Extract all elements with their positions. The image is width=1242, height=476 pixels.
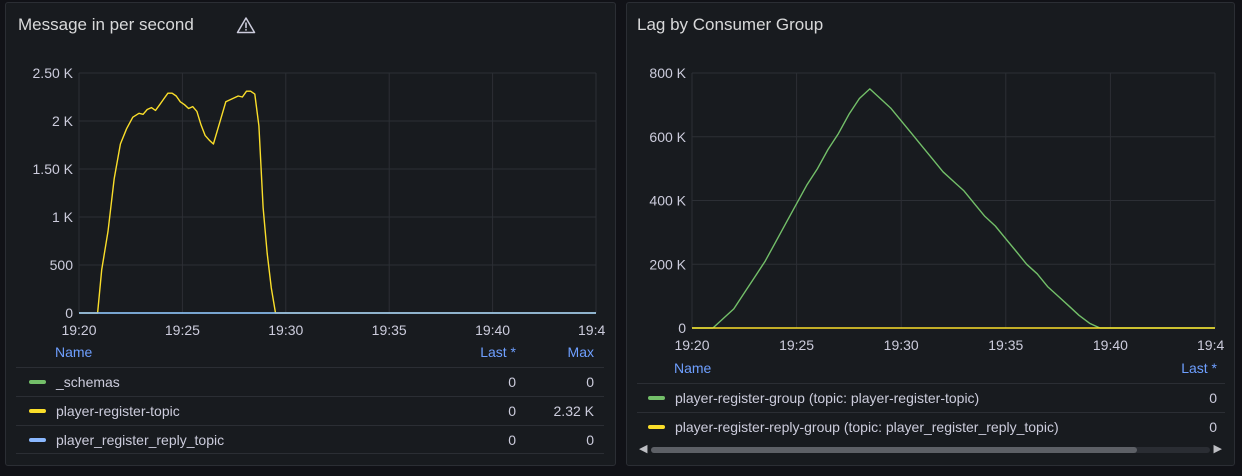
x-tick-label: 19:4 bbox=[1197, 337, 1224, 353]
legend-last-value: 0 bbox=[508, 432, 516, 448]
legend-row-player-register-group[interactable]: player-register-group (topic: player-reg… bbox=[637, 383, 1225, 412]
x-tick-label: 19:40 bbox=[1093, 337, 1128, 353]
x-tick-label: 19:30 bbox=[884, 337, 919, 353]
lag-panel: Lag by Consumer Group 0 200 K 400 K 600 K 80… bbox=[626, 2, 1235, 466]
scrollbar-thumb[interactable] bbox=[651, 447, 1137, 453]
series-color-swatch bbox=[648, 425, 665, 429]
x-tick-label: 19:20 bbox=[674, 337, 709, 353]
legend-horizontal-scrollbar[interactable]: ◀ ▶ bbox=[637, 442, 1224, 455]
arrow-right-icon[interactable]: ▶ bbox=[1214, 442, 1222, 455]
message-in-chart[interactable]: 0 500 1 K 1.50 K 2 K 2.50 K 19:20 19:25 19:30 19:… bbox=[6, 3, 617, 343]
legend-series-name: player-register-reply-group (topic: play… bbox=[675, 419, 1059, 435]
y-tick-label: 500 bbox=[50, 257, 74, 273]
y-tick-label: 1.50 K bbox=[33, 161, 74, 177]
legend-series-name: player-register-group (topic: player-reg… bbox=[675, 390, 980, 406]
legend-header-name[interactable]: Name bbox=[55, 344, 92, 360]
legend-max-value: 2.32 K bbox=[553, 403, 594, 419]
x-tick-label: 19:4 bbox=[578, 322, 605, 338]
y-tick-label: 2 K bbox=[52, 113, 74, 129]
series-line-0[interactable] bbox=[692, 88, 1215, 329]
legend-series-name: _schemas bbox=[56, 374, 120, 390]
legend-last-value: 0 bbox=[508, 374, 516, 390]
series-color-swatch bbox=[648, 396, 665, 400]
legend-header-name[interactable]: Name bbox=[674, 360, 711, 376]
series-color-swatch bbox=[29, 438, 46, 442]
x-tick-label: 19:25 bbox=[779, 337, 814, 353]
y-tick-label: 200 K bbox=[649, 256, 686, 272]
legend-series-name: player-register-topic bbox=[56, 403, 180, 419]
y-tick-label: 400 K bbox=[649, 193, 686, 209]
series-color-swatch bbox=[29, 380, 46, 384]
y-tick-label: 800 K bbox=[649, 65, 686, 81]
series-color-swatch bbox=[29, 409, 46, 413]
legend-row-player-register-reply-topic[interactable]: player_register_reply_topic 0 0 bbox=[16, 425, 604, 454]
y-tick-label: 600 K bbox=[649, 129, 686, 145]
chart-grid bbox=[691, 72, 1216, 329]
legend-row-player-register-reply-group[interactable]: player-register-reply-group (topic: play… bbox=[637, 412, 1225, 441]
arrow-left-icon[interactable]: ◀ bbox=[639, 442, 647, 455]
legend-last-value: 0 bbox=[1209, 419, 1217, 435]
series-line-1[interactable] bbox=[79, 90, 596, 314]
x-tick-label: 19:35 bbox=[988, 337, 1023, 353]
y-tick-label: 0 bbox=[678, 320, 686, 336]
lag-chart[interactable]: 0 200 K 400 K 600 K 800 K 19:20 19:25 19:30 19:3… bbox=[627, 3, 1236, 359]
legend-header-max[interactable]: Max bbox=[526, 344, 594, 360]
y-tick-label: 2.50 K bbox=[33, 65, 74, 81]
message-in-panel: Message in per second 0 500 1 K 1.50 K2 K 2.… bbox=[5, 2, 616, 466]
legend-row-schemas[interactable]: _schemas 0 0 bbox=[16, 367, 604, 396]
x-tick-label: 19:30 bbox=[268, 322, 303, 338]
legend-max-value: 0 bbox=[586, 374, 594, 390]
x-tick-label: 19:35 bbox=[372, 322, 407, 338]
y-tick-label: 0 bbox=[65, 305, 73, 321]
y-tick-label: 1 K bbox=[52, 209, 74, 225]
legend-header-last[interactable]: Last * bbox=[1137, 360, 1217, 376]
legend-max-value: 0 bbox=[586, 432, 594, 448]
legend-row-player-register-topic[interactable]: player-register-topic 0 2.32 K bbox=[16, 396, 604, 425]
x-tick-label: 19:40 bbox=[475, 322, 510, 338]
legend-last-value: 0 bbox=[1209, 390, 1217, 406]
legend-last-value: 0 bbox=[508, 403, 516, 419]
x-tick-label: 19:20 bbox=[61, 322, 96, 338]
legend-series-name: player_register_reply_topic bbox=[56, 432, 225, 448]
legend-header-last[interactable]: Last * bbox=[446, 344, 516, 360]
x-tick-label: 19:25 bbox=[165, 322, 200, 338]
